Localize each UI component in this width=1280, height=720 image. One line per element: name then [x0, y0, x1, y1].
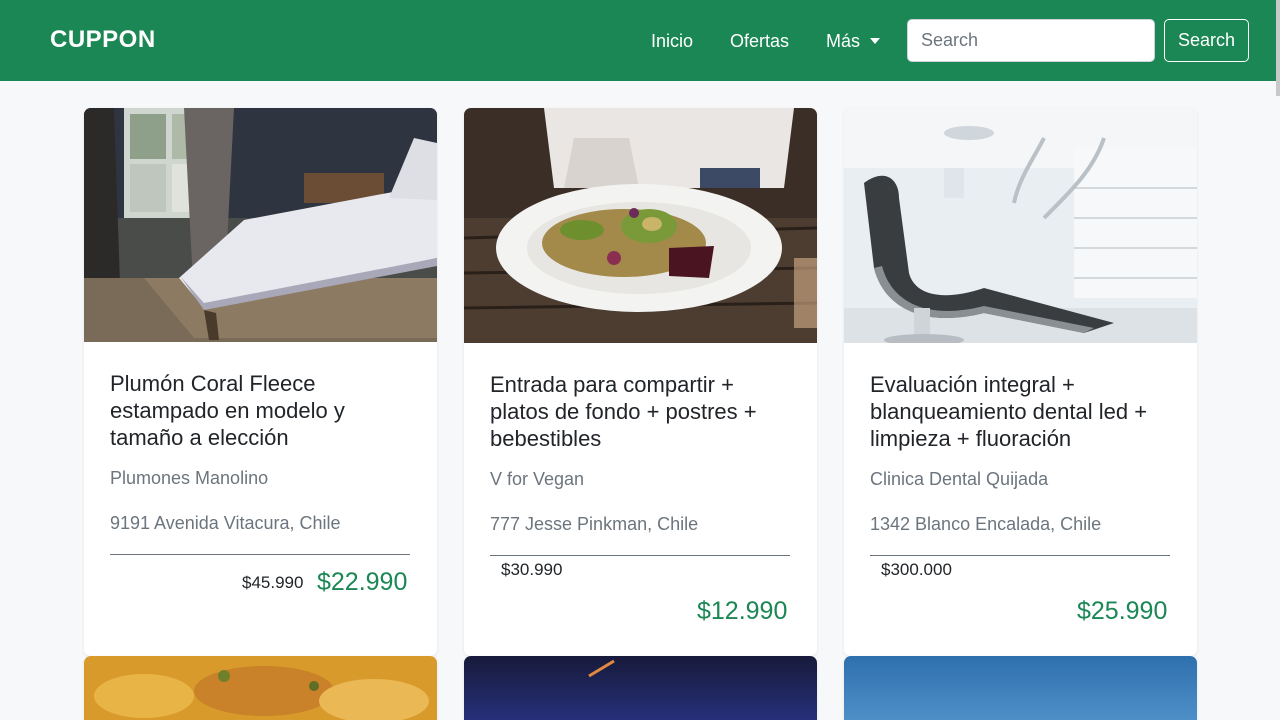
nav-link-ofertas[interactable]: Ofertas: [730, 31, 789, 52]
new-price: $12.990: [697, 597, 788, 625]
divider: [110, 554, 410, 555]
vendor-address: 1342 Blanco Encalada, Chile: [870, 514, 1102, 534]
search-input[interactable]: [907, 19, 1155, 62]
new-price: $22.990: [317, 568, 408, 596]
scrollbar-thumb[interactable]: [1276, 0, 1280, 96]
deal-title[interactable]: Entrada para compartir + platos de fondo…: [490, 371, 790, 452]
deal-card[interactable]: [84, 656, 437, 720]
nav-dropdown-mas[interactable]: Más: [826, 31, 881, 52]
nav-dropdown-label: Más: [826, 31, 861, 51]
caret-down-icon: [870, 38, 881, 44]
divider: [490, 555, 790, 556]
search-button[interactable]: Search: [1164, 19, 1249, 62]
old-price: $30.990: [501, 560, 563, 579]
bedroom-photo[interactable]: [84, 108, 437, 342]
brand-logo[interactable]: CUPPON: [50, 26, 156, 54]
divider: [870, 555, 1170, 556]
dental-chair-photo[interactable]: [844, 108, 1197, 343]
vendor-name: V for Vegan: [490, 469, 585, 489]
food-photo[interactable]: [84, 656, 437, 720]
vendor-name: Plumones Manolino: [110, 468, 269, 488]
old-price: $45.990: [242, 573, 304, 592]
navbar: CUPPON Inicio Ofertas Más Search: [0, 0, 1280, 81]
deal-card[interactable]: Plumón Coral Fleece estampado en modelo …: [84, 108, 437, 656]
blue-sky-photo[interactable]: [844, 656, 1197, 720]
nav-link-inicio[interactable]: Inicio: [651, 31, 693, 52]
new-price: $25.990: [1077, 597, 1168, 625]
night-sky-photo[interactable]: [464, 656, 817, 720]
deal-card[interactable]: Evaluación integral + blanqueamiento den…: [844, 108, 1197, 656]
deal-title[interactable]: Evaluación integral + blanqueamiento den…: [870, 371, 1170, 452]
deal-card[interactable]: [464, 656, 817, 720]
vendor-address: 777 Jesse Pinkman, Chile: [490, 514, 699, 534]
deal-card[interactable]: Entrada para compartir + platos de fondo…: [464, 108, 817, 656]
vegan-food-photo[interactable]: [464, 108, 817, 343]
vendor-name: Clinica Dental Quijada: [870, 469, 1049, 489]
old-price: $300.000: [881, 560, 952, 579]
deal-title[interactable]: Plumón Coral Fleece estampado en modelo …: [110, 370, 410, 451]
deal-card[interactable]: [844, 656, 1197, 720]
vendor-address: 9191 Avenida Vitacura, Chile: [110, 513, 341, 533]
